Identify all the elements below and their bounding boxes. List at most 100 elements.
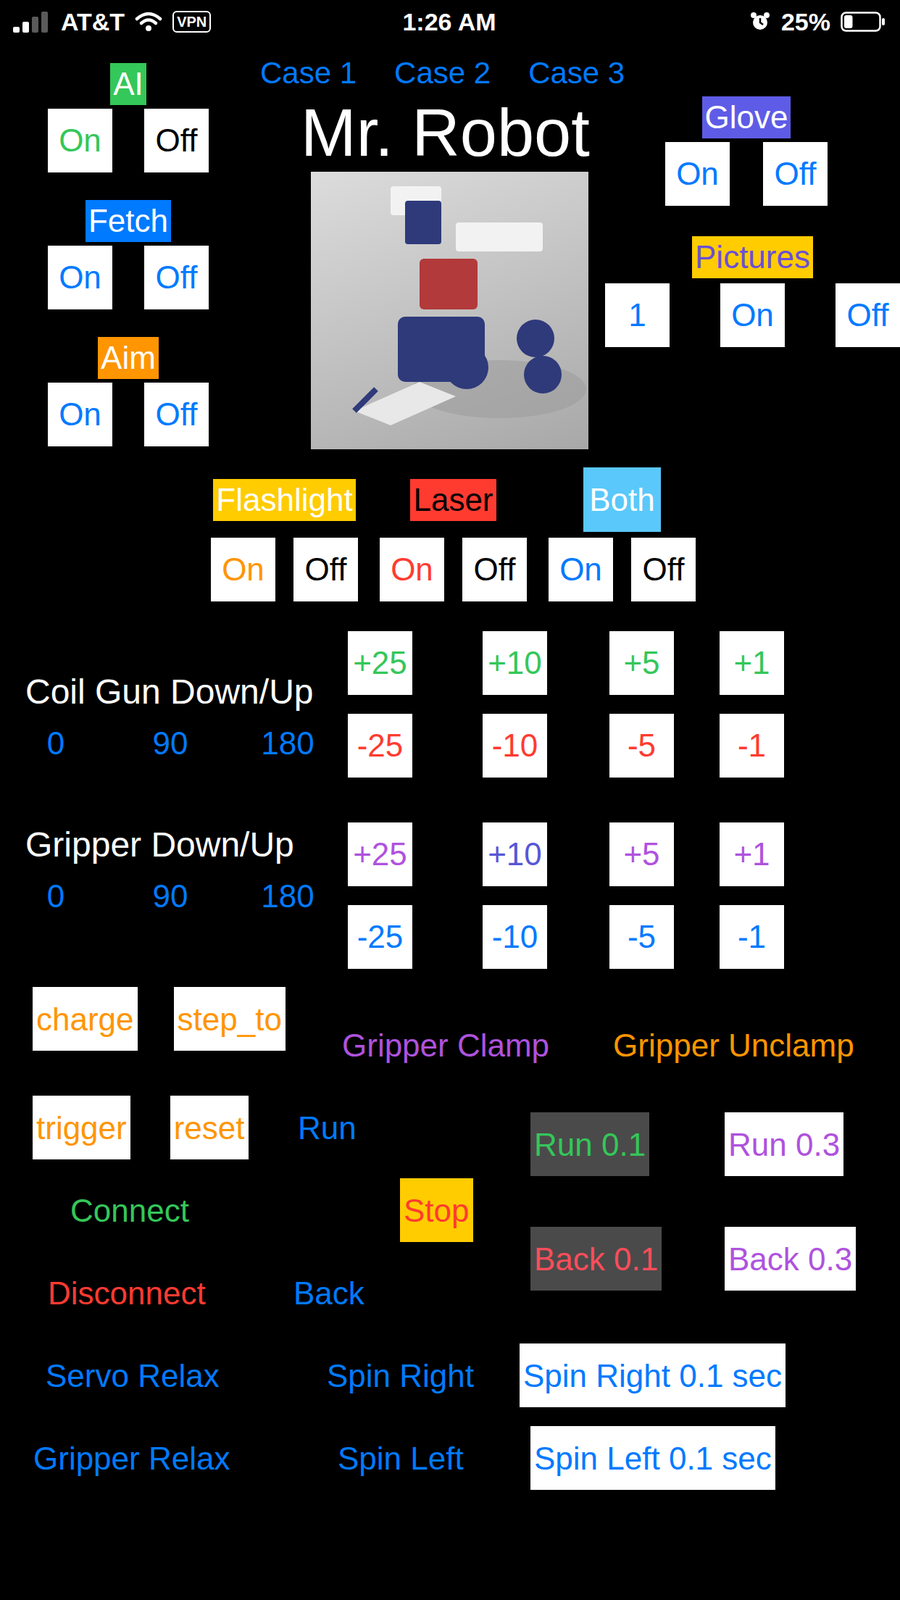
light-group: BothOn Off (548, 467, 696, 602)
robot-image (310, 171, 589, 450)
control-button[interactable]: step_to (173, 986, 286, 1051)
spin-right-button[interactable]: Spin Right (326, 1356, 474, 1395)
servo-control: Gripper Down/Up 090180+25 +10 +5 +1 -25 -10 -5-… (0, 822, 900, 969)
app-title: Mr. Robot (300, 96, 606, 170)
step-button[interactable]: -10 (482, 905, 548, 969)
step-button[interactable]: +1 (719, 631, 785, 695)
timed-drive-button[interactable]: Run 0.3 (724, 1112, 844, 1177)
servo-relax-button[interactable]: Servo Relax (45, 1356, 220, 1395)
preset-button[interactable]: 90 (111, 723, 229, 763)
spin-right-timed-button[interactable]: Spin Right 0.1 sec (519, 1343, 786, 1408)
timed-drive-button[interactable]: Back 0.1 (530, 1226, 662, 1291)
battery-percent: 25% (781, 7, 831, 37)
servo-control: Coil Gun Down/Up 090180+25 +10 +5 +1 -25 -10 -5… (0, 631, 900, 778)
robot-model-icon (310, 171, 589, 450)
toggle-group: AimOn Off (47, 336, 209, 447)
case-tab[interactable]: Case 3 (528, 55, 625, 97)
case-tab[interactable]: Case 2 (394, 55, 491, 97)
stop-button[interactable]: Stop (400, 1178, 474, 1243)
control-button[interactable]: charge (32, 986, 138, 1051)
spin-left-button[interactable]: Spin Left (337, 1439, 464, 1478)
run-button[interactable]: Run (297, 1108, 357, 1148)
preset-button[interactable]: 180 (228, 876, 347, 916)
light-button[interactable]: On (548, 537, 614, 602)
control-button[interactable]: Gripper Unclamp (613, 1026, 855, 1065)
toggle-button[interactable]: Off (835, 283, 900, 348)
preset-button[interactable]: 0 (0, 876, 112, 916)
light-label: Both (583, 467, 661, 532)
wifi-icon (134, 10, 163, 33)
toggle-button[interactable]: On (665, 142, 730, 206)
robot-control-screen: AT&TVPN1:26 AM25%AIOnOffFetchOnOffAimOnO… (0, 0, 900, 1600)
step-button[interactable]: +25 (347, 631, 413, 695)
toggle-button[interactable]: On (47, 245, 113, 310)
control-button[interactable]: trigger (32, 1095, 131, 1160)
light-label: Laser (410, 478, 496, 522)
step-button[interactable]: +5 (609, 631, 674, 695)
light-group: Laser On Off (379, 467, 527, 602)
toggle-button[interactable]: 1 (605, 283, 670, 348)
timed-drive-button[interactable]: Back 0.3 (724, 1226, 856, 1291)
toggle-group: GloveOn Off (665, 96, 828, 206)
preset-button[interactable]: 0 (0, 723, 112, 763)
toggle-label: Aim (97, 336, 159, 379)
toggle-group: FetchOn Off (47, 200, 209, 310)
toggle-label: Pictures (692, 236, 814, 279)
case-tab[interactable]: Case 1 (260, 55, 357, 97)
toggle-button[interactable]: On (47, 382, 113, 447)
timed-drive-button[interactable]: Run 0.1 (530, 1112, 650, 1177)
step-button[interactable]: +1 (719, 822, 785, 887)
signal-icon (13, 10, 51, 33)
light-button[interactable]: Off (462, 537, 527, 602)
toggle-group: Pictures 1 On Off (605, 236, 900, 348)
step-button[interactable]: -10 (482, 713, 548, 778)
step-button[interactable]: +10 (482, 631, 548, 695)
step-button[interactable]: +10 (482, 822, 548, 887)
step-button[interactable]: -5 (609, 905, 674, 969)
servo-label: Coil Gun Down/Up (0, 671, 348, 713)
light-button[interactable]: Off (293, 537, 358, 602)
control-button[interactable]: reset (170, 1095, 249, 1160)
back-button[interactable]: Back (293, 1273, 365, 1313)
status-bar: AT&T VPN 1:26 AM 25% (0, 0, 900, 44)
step-button[interactable]: +5 (609, 822, 674, 887)
light-button[interactable]: On (379, 537, 445, 602)
toggle-button[interactable]: Off (144, 245, 209, 310)
toggle-button[interactable]: Off (144, 382, 209, 447)
vpn-badge: VPN (172, 10, 211, 33)
clock: 1:26 AM (402, 7, 496, 37)
toggle-button[interactable]: On (47, 108, 113, 173)
spin-left-timed-button[interactable]: Spin Left 0.1 sec (530, 1426, 776, 1490)
toggle-button[interactable]: Off (763, 142, 828, 206)
toggle-label: Fetch (85, 200, 172, 243)
servo-section: Coil Gun Down/Up090180+25+10+5+1-25-10-5… (0, 601, 900, 969)
light-button[interactable]: On (210, 537, 276, 602)
step-button[interactable]: -1 (719, 713, 785, 778)
preset-button[interactable]: 180 (228, 723, 347, 763)
connect-button[interactable]: Connect (70, 1191, 190, 1230)
lights-section: FlashlightOnOffLaserOnOffBothOnOff (0, 449, 900, 602)
toggle-button[interactable]: Off (144, 108, 209, 173)
light-group: Flashlight On Off (210, 467, 358, 602)
case-tabs: Case 1 Case 2 Case 3 (217, 43, 900, 97)
servo-label: Gripper Down/Up (0, 824, 348, 866)
toggle-label: Glove (702, 96, 792, 139)
toggle-button[interactable]: On (720, 283, 785, 348)
carrier-label: AT&T (60, 7, 125, 37)
disconnect-button[interactable]: Disconnect (47, 1273, 206, 1313)
step-button[interactable]: +25 (347, 822, 413, 887)
battery-icon (840, 10, 886, 33)
light-label: Flashlight (213, 478, 356, 522)
header: AIOnOffFetchOnOffAimOnOffCase 1Case 2Cas… (0, 43, 900, 450)
preset-button[interactable]: 90 (111, 876, 229, 916)
step-button[interactable]: -25 (347, 713, 413, 778)
step-button[interactable]: -1 (719, 905, 785, 969)
gripper-relax-button[interactable]: Gripper Relax (33, 1439, 230, 1478)
light-button[interactable]: Off (631, 537, 696, 602)
toggle-label: AI (110, 63, 147, 106)
alarm-icon (749, 10, 772, 33)
step-button[interactable]: -5 (609, 713, 674, 778)
step-button[interactable]: -25 (347, 905, 413, 969)
controls-section: charge step_to Gripper Clamp Gripper Unclam… (0, 968, 900, 1500)
control-button[interactable]: Gripper Clamp (342, 1026, 550, 1065)
